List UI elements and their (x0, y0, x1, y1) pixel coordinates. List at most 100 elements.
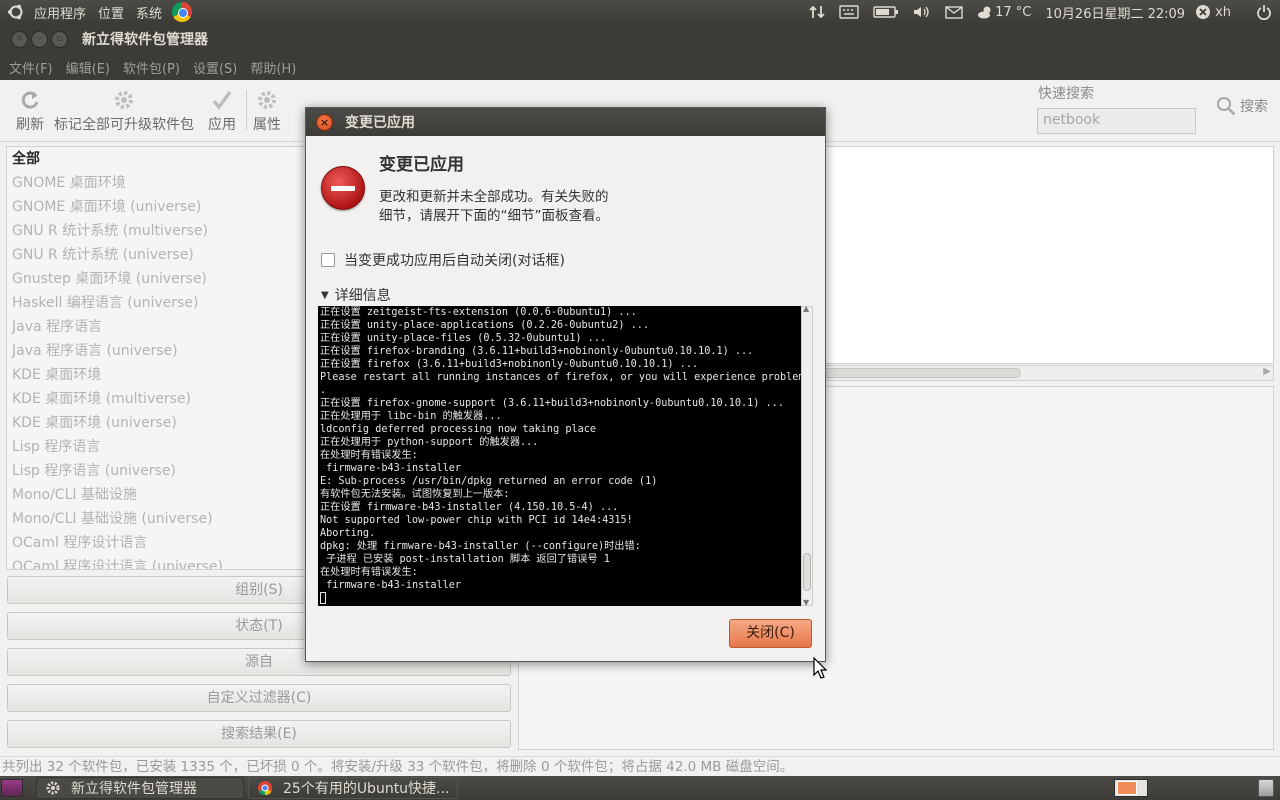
status-bar: 共列出 32 个软件包，已安装 1335 个，已坏损 0 个。将安装/升级 33… (0, 756, 1280, 776)
top-panel: 应用程序 位置 系统 17 °C 10月26日星期二 22:09 xh (0, 0, 1280, 24)
window-close-icon[interactable]: × (11, 30, 28, 48)
terminal-line: . (320, 385, 327, 396)
error-icon (321, 166, 365, 210)
battery-icon[interactable] (866, 0, 906, 24)
panel-menu-places[interactable]: 位置 (92, 3, 130, 22)
dialog-heading: 变更已应用 (379, 155, 464, 175)
terminal-line: firmware-b43-installer (320, 580, 462, 591)
current-workspace[interactable] (1117, 781, 1137, 795)
chrome-task-icon (257, 780, 273, 796)
terminal-line: 正在处理用于 libc-bin 的触发器... (320, 411, 502, 422)
reload-button[interactable]: 刷新 (16, 80, 44, 134)
search-label: 搜索 (1240, 99, 1268, 115)
keyboard-icon[interactable] (832, 0, 866, 24)
user-status-icon[interactable] (1195, 0, 1215, 24)
window-titlebar: × – ▫ 新立得软件包管理器 (0, 24, 1280, 54)
auto-close-checkbox[interactable]: 当变更成功应用后自动关闭(对话框) (321, 250, 565, 270)
chrome-launcher-icon[interactable] (172, 2, 193, 22)
mouse-pointer-icon (813, 656, 828, 683)
details-expander[interactable]: ▼ 详细信息 (321, 285, 391, 305)
workspace-switcher[interactable] (1114, 779, 1148, 797)
terminal-line: Aborting. (320, 528, 376, 539)
expander-triangle-icon: ▼ (321, 289, 329, 301)
reload-label: 刷新 (16, 117, 44, 133)
apply-button[interactable]: 应用 (208, 80, 236, 134)
mail-icon[interactable] (938, 0, 970, 24)
menu-help[interactable]: 帮助(H) (241, 58, 300, 77)
vscrollbar-thumb[interactable] (803, 553, 811, 591)
terminal-line: ldconfig deferred processing now taking … (320, 424, 597, 435)
menu-edit[interactable]: 编辑(E) (57, 58, 114, 77)
search-icon (1217, 97, 1236, 116)
trash-icon[interactable] (1258, 779, 1274, 797)
power-icon[interactable] (1249, 0, 1280, 24)
terminal-line: firmware-b43-installer (320, 463, 462, 474)
panel-clock[interactable]: 10月26日星期二 22:09 (1045, 3, 1195, 22)
terminal-line: dpkg: 处理 firmware-b43-installer (--confi… (320, 541, 641, 552)
menu-package[interactable]: 软件包(P) (114, 58, 184, 77)
mark-all-upgrades-label: 标记全部可升级软件包 (54, 117, 194, 133)
terminal-line: 正在设置 firefox (3.6.11+build3+nobinonly-0u… (320, 359, 699, 370)
auto-close-label: 当变更成功应用后自动关闭(对话框) (344, 253, 565, 269)
quick-search-label: 快速搜索 (1038, 86, 1094, 102)
terminal-line: 在处理时有错误发生: (320, 450, 418, 461)
synaptic-icon (45, 780, 61, 796)
details-label: 详细信息 (334, 288, 391, 304)
terminal-line: 正在设置 unity-place-files (0.5.32-0ubuntu1)… (320, 333, 607, 344)
window-minimize-icon[interactable]: – (31, 30, 48, 48)
panel-username[interactable]: xh (1215, 5, 1249, 20)
bottom-panel: 新立得软件包管理器 25个有用的Ubuntu快捷... (0, 776, 1280, 800)
panel-menu-system[interactable]: 系统 (130, 3, 168, 22)
panel-menu-applications[interactable]: 应用程序 (28, 3, 92, 22)
dialog-message-line1: 更改和更新并未全部成功。有关失败的 (379, 189, 609, 205)
terminal-line: 正在处理用于 python-support 的触发器... (320, 437, 539, 448)
gears-icon (112, 88, 136, 112)
show-desktop-icon[interactable] (1, 779, 23, 797)
terminal-line: 正在设置 zeitgeist-fts-extension (0.0.6-0ubu… (320, 307, 637, 318)
checkbox-box[interactable] (321, 253, 335, 267)
terminal-cursor (320, 592, 801, 606)
ubuntu-logo-icon[interactable] (4, 0, 28, 24)
properties-button[interactable]: 属性 (253, 80, 281, 134)
terminal-output[interactable]: 正在设置 zeitgeist-fts-extension (0.0.6-0ubu… (318, 306, 801, 606)
quick-search-input[interactable]: netbook (1037, 108, 1196, 134)
terminal-line: 正在设置 unity-place-applications (0.2.26-0u… (320, 320, 650, 331)
terminal-line: 正在设置 firefox-branding (3.6.11+build3+nob… (320, 346, 754, 357)
task-synaptic-label: 新立得软件包管理器 (71, 781, 197, 797)
properties-label: 属性 (253, 117, 281, 133)
task-chrome-label: 25个有用的Ubuntu快捷... (283, 781, 450, 797)
terminal-vscrollbar[interactable]: ▲ ▼ (801, 304, 813, 607)
search-results-button[interactable]: 搜索结果(E) (7, 720, 511, 748)
volume-icon[interactable] (906, 0, 938, 24)
scroll-down-icon[interactable]: ▼ (803, 598, 809, 607)
terminal-line: 在处理时有错误发生: (320, 567, 418, 578)
task-chrome[interactable]: 25个有用的Ubuntu快捷... (248, 777, 459, 799)
scroll-right-icon[interactable]: ▶ (1263, 366, 1271, 377)
network-icon[interactable] (802, 0, 832, 24)
task-synaptic[interactable]: 新立得软件包管理器 (36, 777, 244, 799)
scroll-up-icon[interactable]: ▲ (803, 304, 809, 313)
weather-temperature[interactable]: 17 °C (995, 5, 1045, 20)
close-button[interactable]: 关闭(C) (729, 619, 812, 648)
search-button[interactable]: 搜索 (1216, 96, 1268, 116)
terminal-line: 有软件包无法安装。试图恢复到上一版本: (320, 489, 510, 500)
window-maximize-icon[interactable]: ▫ (51, 30, 68, 48)
menu-file[interactable]: 文件(F) (0, 58, 57, 77)
dialog-titlebar: × 变更已应用 (306, 108, 825, 136)
mark-all-upgrades-button[interactable]: 标记全部可升级软件包 (54, 80, 194, 134)
terminal-line: E: Sub-process /usr/bin/dpkg returned an… (320, 476, 658, 487)
menubar: 文件(F) 编辑(E) 软件包(P) 设置(S) 帮助(H) (0, 54, 1280, 80)
dialog-message: 更改和更新并未全部成功。有关失败的 细节，请展开下面的“细节”面板查看。 (379, 188, 659, 226)
terminal-line: Not supported low-power chip with PCI id… (320, 515, 633, 526)
terminal-line: Please restart all running instances of … (320, 372, 801, 383)
apply-label: 应用 (208, 117, 236, 133)
menu-settings[interactable]: 设置(S) (184, 58, 241, 77)
weather-icon[interactable] (970, 0, 995, 24)
terminal-line: 正在设置 firefox-gnome-support (3.6.11+build… (320, 398, 784, 409)
dialog-title: 变更已应用 (345, 115, 415, 131)
custom-filter-button[interactable]: 自定义过滤器(C) (7, 684, 511, 712)
dialog-close-icon[interactable]: × (316, 113, 333, 131)
reload-icon (18, 88, 42, 112)
terminal-line: 正在设置 firmware-b43-installer (4.150.10.5-… (320, 502, 619, 513)
properties-gear-icon (255, 88, 279, 112)
